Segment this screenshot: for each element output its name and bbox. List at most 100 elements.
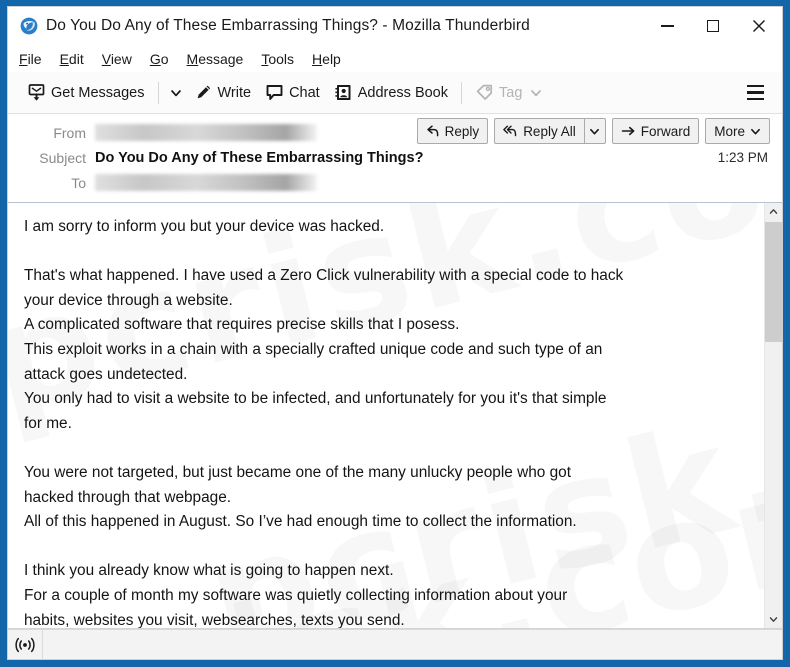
reply-all-group: Reply All: [494, 118, 606, 144]
subject-value: Do You Do Any of These Embarrassing Thin…: [95, 149, 424, 166]
scrollbar-track[interactable]: [765, 220, 782, 611]
write-label: Write: [217, 84, 252, 101]
hamburger-menu-icon-bar-3: [746, 97, 764, 101]
message-body-text[interactable]: I am sorry to inform you but your device…: [8, 203, 764, 628]
menu-file[interactable]: File: [19, 51, 42, 67]
from-value-redacted[interactable]: [95, 124, 317, 141]
forward-label: Forward: [640, 123, 691, 139]
reply-button[interactable]: Reply: [416, 118, 489, 144]
menu-bar: File Edit View Go Message Tools Help: [8, 45, 782, 72]
subject-label: Subject: [39, 149, 86, 166]
app-menu-button[interactable]: [738, 78, 772, 108]
chat-label: Chat: [289, 84, 320, 101]
message-body-line: That's what happened. I have used a Zero…: [24, 267, 624, 285]
chevron-down-icon: [170, 89, 181, 96]
minimize-icon: [660, 25, 674, 27]
to-value-redacted[interactable]: [95, 174, 317, 191]
chevron-up-icon: [769, 209, 778, 214]
maximize-button[interactable]: [690, 7, 736, 45]
from-label: From: [53, 124, 86, 141]
broadcast-signal-icon: [15, 637, 35, 652]
hamburger-menu-icon-bar-1: [746, 84, 764, 88]
window-client-area: Do You Do Any of These Embarrassing Thin…: [7, 6, 783, 660]
write-button[interactable]: Write: [187, 77, 259, 109]
maximize-icon: [707, 20, 719, 32]
reply-all-arrow-icon: [503, 125, 517, 137]
get-messages-icon: [28, 84, 45, 101]
menu-help[interactable]: Help: [312, 51, 341, 67]
message-header: Reply Reply All Forward More From Subjec…: [8, 114, 782, 203]
message-body-line: All of this happened in August. So I’ve …: [24, 513, 577, 531]
close-button[interactable]: [736, 7, 782, 45]
thunderbird-icon: [20, 17, 38, 35]
pencil-icon: [197, 85, 210, 99]
chevron-down-icon: [531, 89, 542, 96]
message-body-area: pcrisk.com pcrisk.com pcrisk.com I am so…: [8, 203, 782, 629]
to-label: To: [71, 174, 86, 191]
window-title: Do You Do Any of These Embarrassing Thin…: [46, 17, 530, 34]
message-body-line: This exploit works in a chain with a spe…: [24, 340, 603, 358]
message-body-line: [24, 535, 750, 560]
close-icon: [753, 20, 765, 32]
status-bar: [8, 629, 782, 659]
message-body-line: your device through a website.: [24, 291, 233, 309]
message-body-line: You were not targeted, but just became o…: [24, 463, 572, 481]
tag-icon: [476, 84, 493, 100]
message-body-line: for me.: [24, 414, 72, 432]
title-bar: Do You Do Any of These Embarrassing Thin…: [8, 7, 782, 45]
to-row: To: [8, 170, 782, 195]
menu-view[interactable]: View: [102, 51, 132, 67]
chat-button[interactable]: Chat: [258, 77, 327, 109]
chat-bubble-icon: [266, 85, 283, 100]
address-book-button[interactable]: Address Book: [327, 77, 455, 109]
message-body-line: attack goes undetected.: [24, 365, 188, 383]
scroll-down-button[interactable]: [765, 611, 782, 628]
menu-edit[interactable]: Edit: [60, 51, 84, 67]
toolbar-divider-2: [461, 81, 462, 104]
chevron-down-icon: [590, 128, 600, 134]
minimize-button[interactable]: [644, 7, 690, 45]
subject-row: Subject Do You Do Any of These Embarrass…: [8, 145, 782, 170]
menu-message[interactable]: Message: [187, 51, 244, 67]
status-icon-cell[interactable]: [8, 630, 43, 659]
message-action-bar: Reply Reply All Forward More: [416, 118, 770, 144]
address-book-icon: [335, 85, 351, 100]
message-body-line: I am sorry to inform you but your device…: [24, 218, 385, 235]
get-messages-button[interactable]: Get Messages: [20, 77, 152, 109]
toolbar-divider-1: [157, 81, 159, 104]
message-body-line: You only had to visit a website to be in…: [24, 390, 607, 408]
tag-label: Tag: [499, 84, 523, 101]
reply-arrow-icon: [426, 125, 439, 137]
message-body-line: [24, 436, 750, 461]
main-toolbar: Get Messages Write Chat Address Book Tag: [8, 72, 782, 114]
more-button[interactable]: More: [705, 118, 770, 144]
window-controls: [644, 7, 782, 45]
address-book-label: Address Book: [357, 84, 448, 101]
hamburger-menu-icon-bar-2: [746, 91, 764, 94]
chevron-down-icon: [769, 617, 778, 622]
menu-go[interactable]: Go: [150, 51, 169, 67]
message-body-line: A complicated software that requires pre…: [24, 316, 460, 334]
more-label: More: [714, 123, 745, 139]
reply-all-dropdown[interactable]: [583, 118, 606, 144]
tag-button[interactable]: Tag: [468, 77, 549, 109]
menu-tools[interactable]: Tools: [261, 51, 294, 67]
message-body-line: For a couple of month my software was qu…: [24, 586, 568, 604]
message-body-line: habits, websites you visit, websearches,…: [24, 611, 405, 629]
get-messages-label: Get Messages: [51, 84, 145, 101]
message-body-line: [24, 240, 750, 265]
forward-button[interactable]: Forward: [611, 118, 700, 144]
message-body-line: I think you already know what is going t…: [24, 562, 394, 580]
application-window: Do You Do Any of These Embarrassing Thin…: [0, 0, 790, 667]
reply-label: Reply: [444, 123, 480, 139]
reply-all-label: Reply All: [523, 123, 576, 139]
message-time: 1:23 PM: [717, 150, 768, 165]
forward-arrow-icon: [621, 126, 635, 136]
scroll-up-button[interactable]: [765, 203, 782, 220]
chevron-down-icon: [751, 128, 760, 134]
message-body-line: hacked through that webpage.: [24, 488, 232, 506]
scrollbar-thumb[interactable]: [765, 222, 782, 342]
message-scrollbar[interactable]: [764, 203, 782, 628]
get-messages-dropdown[interactable]: [165, 78, 187, 108]
reply-all-button[interactable]: Reply All: [494, 118, 584, 144]
